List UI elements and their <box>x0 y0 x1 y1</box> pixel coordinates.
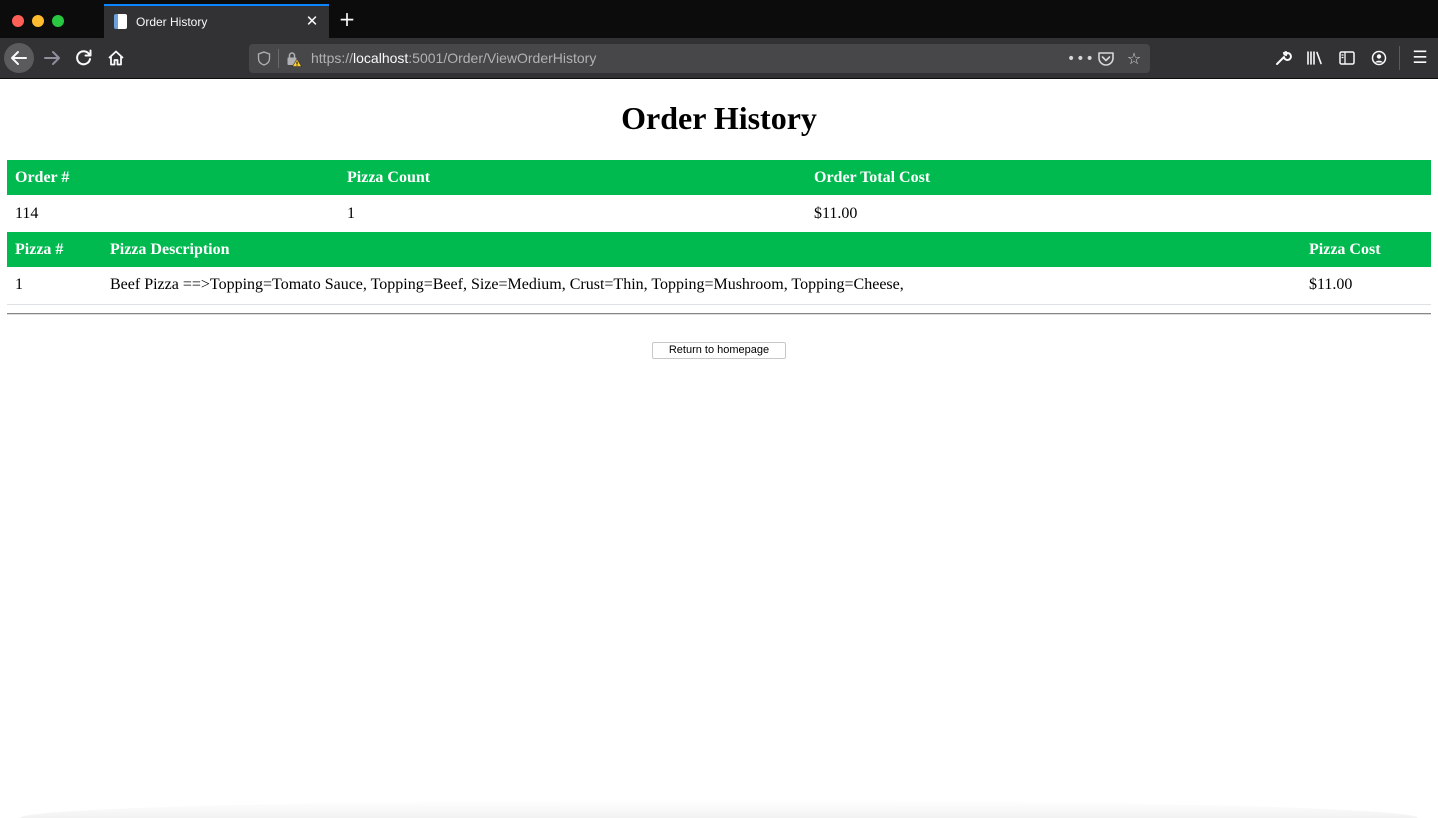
pizza-count-header: Pizza Count <box>339 160 806 195</box>
bookmark-star-icon[interactable]: ☆ <box>1123 48 1145 70</box>
reload-icon[interactable] <box>70 44 98 72</box>
pizza-description-header: Pizza Description <box>102 232 1301 267</box>
page-actions-icon[interactable]: ••• <box>1067 48 1094 70</box>
back-icon[interactable] <box>4 43 34 73</box>
return-to-homepage-button[interactable]: Return to homepage <box>652 342 786 359</box>
page-favicon-icon <box>114 14 127 29</box>
wrench-icon[interactable] <box>1269 44 1297 72</box>
order-history-table: Order # Pizza Count Order Total Cost 114… <box>7 160 1431 305</box>
tab-title: Order History <box>136 15 208 29</box>
page-title: Order History <box>621 100 817 136</box>
account-icon[interactable] <box>1365 44 1393 72</box>
pizza-cost-cell: $11.00 <box>1301 267 1431 305</box>
forward-icon[interactable] <box>38 44 66 72</box>
insecure-lock-icon[interactable] <box>286 51 303 67</box>
close-window-button[interactable] <box>12 15 24 27</box>
tab-order-history[interactable]: Order History ✕ <box>104 4 329 38</box>
pizza-num-cell: 1 <box>7 267 102 305</box>
sidebar-icon[interactable] <box>1333 44 1361 72</box>
order-total-cell: $11.00 <box>814 204 858 222</box>
tab-bar: Order History ✕ + <box>0 0 1438 38</box>
order-header-row: Order # Pizza Count Order Total Cost <box>7 160 1431 195</box>
toolbar-separator <box>1399 46 1400 70</box>
order-num-header: Order # <box>7 160 339 195</box>
horizontal-divider <box>7 313 1431 315</box>
address-bar[interactable]: https://localhost:5001/Order/ViewOrderHi… <box>249 44 1150 73</box>
window-bottom-shadow <box>20 800 1418 818</box>
order-total-header: Order Total Cost <box>806 160 1431 195</box>
maximize-window-button[interactable] <box>52 15 64 27</box>
url-path: :5001/Order/ViewOrderHistory <box>408 50 597 66</box>
url-text[interactable]: https://localhost:5001/Order/ViewOrderHi… <box>311 50 596 66</box>
url-scheme: https:// <box>311 50 354 66</box>
pizza-description-cell: Beef Pizza ==>Topping=Tomato Sauce, Topp… <box>102 267 1301 305</box>
navigation-toolbar: https://localhost:5001/Order/ViewOrderHi… <box>0 38 1438 79</box>
pocket-icon[interactable] <box>1095 48 1117 70</box>
pizza-cost-header: Pizza Cost <box>1301 232 1431 267</box>
order-row: 114 1 $11.00 <box>7 195 1431 232</box>
new-tab-icon[interactable]: + <box>336 8 358 30</box>
home-icon[interactable] <box>102 44 130 72</box>
pizza-header-row: Pizza # Pizza Description Pizza Cost <box>7 232 1431 267</box>
order-num-cell: 114 <box>15 204 39 222</box>
hamburger-menu-icon[interactable]: ☰ <box>1406 44 1434 72</box>
pizza-count-cell: 1 <box>347 204 355 222</box>
library-icon[interactable] <box>1301 44 1329 72</box>
tracking-shield-icon[interactable] <box>257 51 271 66</box>
minimize-window-button[interactable] <box>32 15 44 27</box>
close-tab-icon[interactable]: ✕ <box>303 12 321 30</box>
url-separator <box>278 49 279 68</box>
url-host: localhost <box>353 50 409 66</box>
pizza-num-header: Pizza # <box>7 232 102 267</box>
table-row: 1 Beef Pizza ==>Topping=Tomato Sauce, To… <box>7 267 1431 305</box>
page-content: Order History Order # Pizza Count Order … <box>0 79 1438 818</box>
